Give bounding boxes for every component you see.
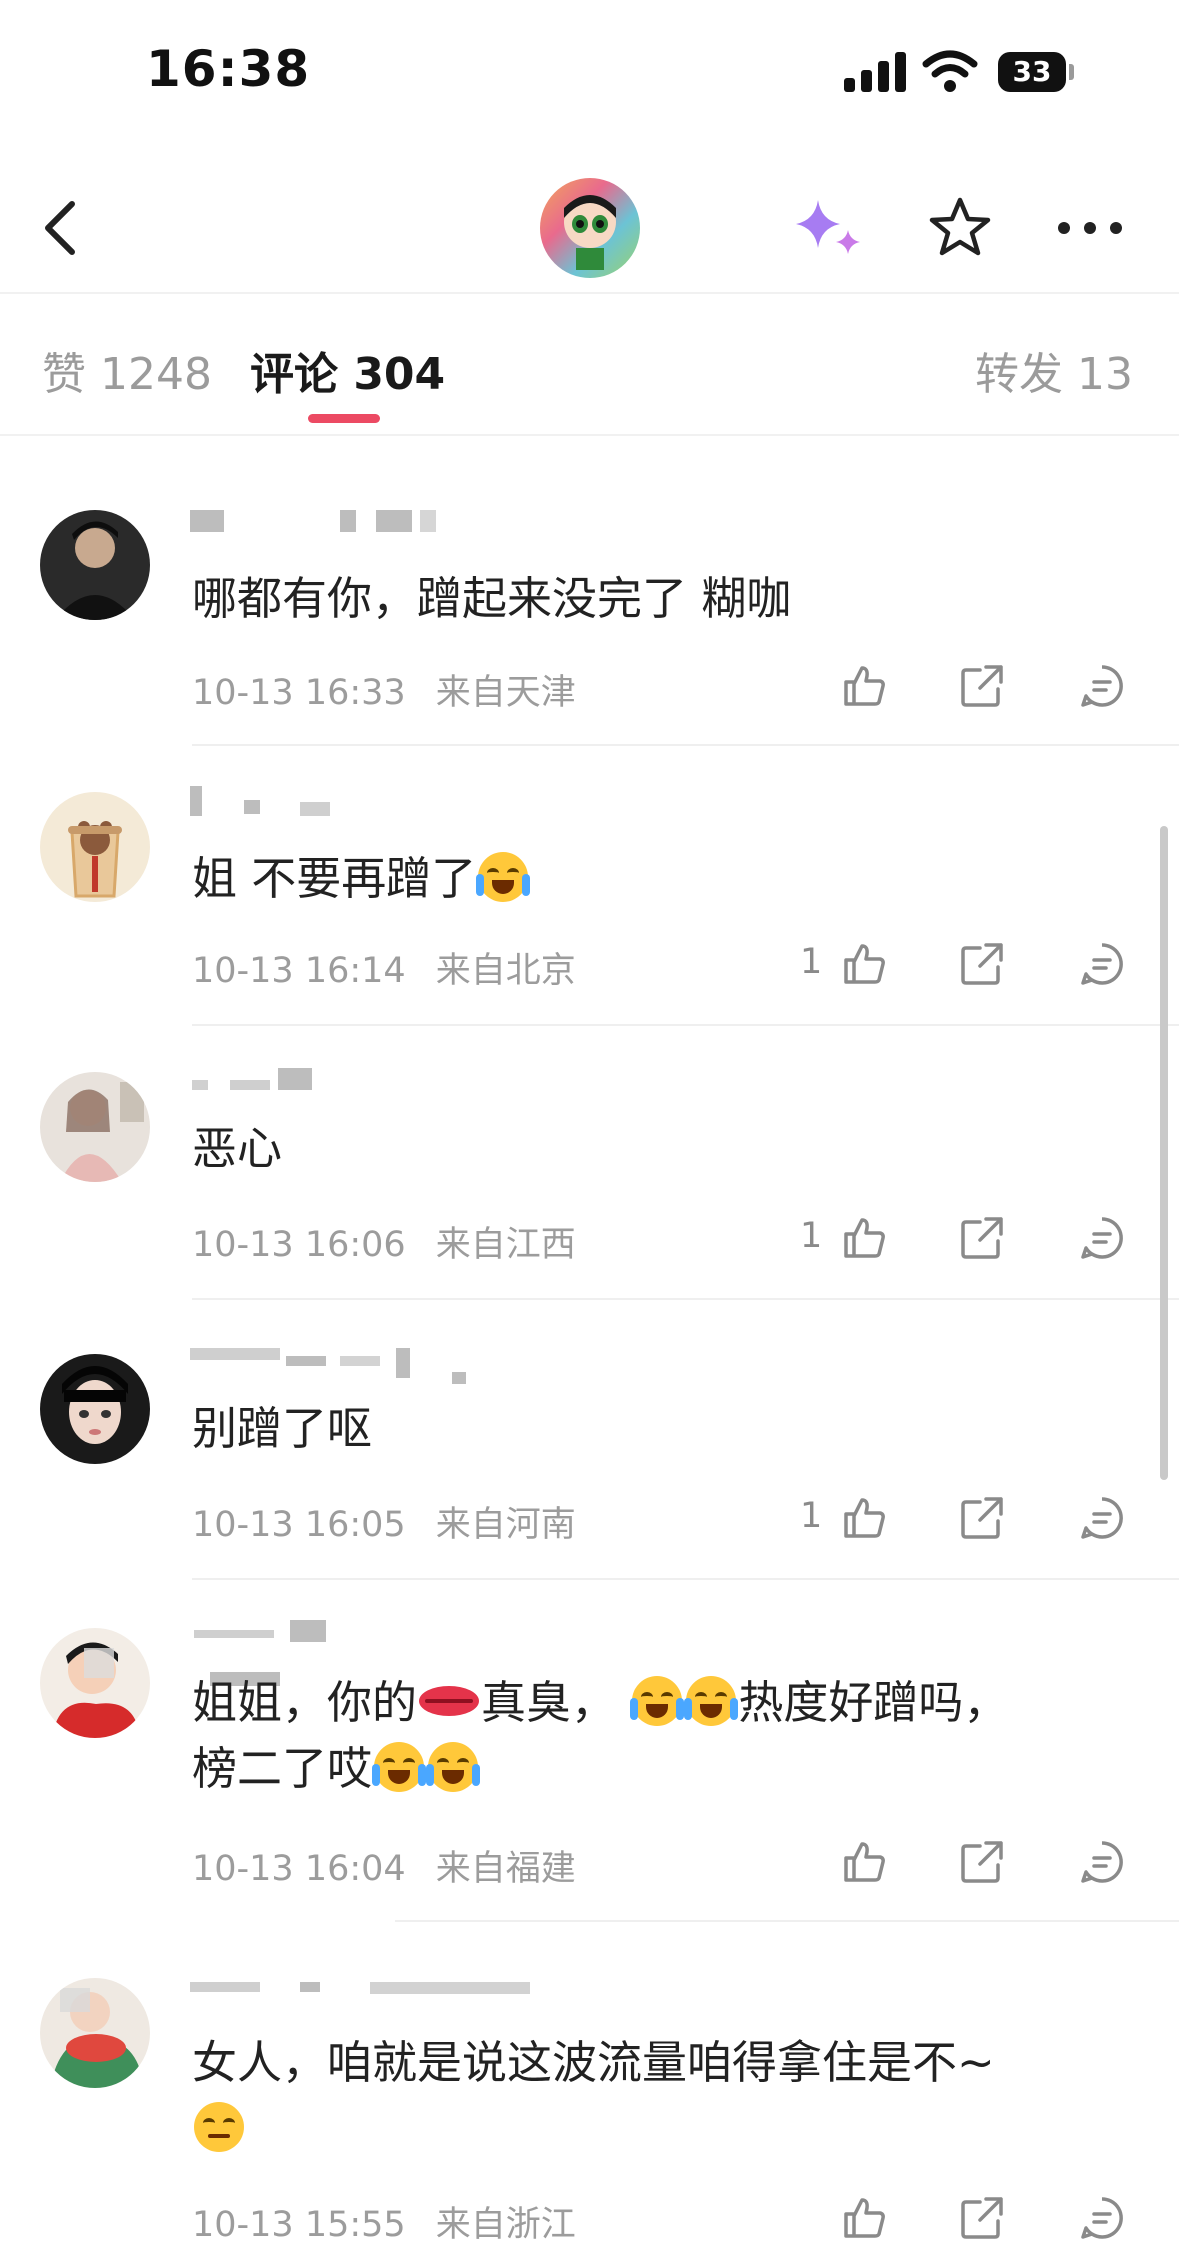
comment-text-part: 姐姐，你的 xyxy=(192,1676,418,1729)
thumbs-up-icon[interactable] xyxy=(840,662,888,710)
username-blurred[interactable] xyxy=(190,1620,490,1686)
avatar[interactable] xyxy=(40,1072,150,1182)
crying-emoji-icon xyxy=(684,1676,739,1726)
divider xyxy=(192,1298,1179,1300)
comment-text-part: 真臭， xyxy=(481,1676,617,1729)
share-icon[interactable] xyxy=(958,1214,1006,1262)
status-time: 16:38 xyxy=(146,40,311,98)
comment-text: 别蹭了呕 xyxy=(192,1402,373,1455)
profile-avatar[interactable] xyxy=(540,178,640,278)
crying-emoji-icon xyxy=(426,1742,481,1792)
signal-strength-icon xyxy=(844,52,906,92)
like-count: 1 xyxy=(800,1216,823,1256)
comment-text-part: 榜二了哎 xyxy=(192,1742,373,1795)
reply-icon[interactable] xyxy=(1078,940,1126,988)
tab-likes[interactable]: 赞 1248 xyxy=(42,338,212,402)
comment-location: 来自天津 xyxy=(435,673,576,713)
comment-time: 10-13 16:05 xyxy=(192,1505,406,1545)
comment-text-content: 女人，咱就是说这波流量咱得拿住是不~ xyxy=(192,2036,995,2089)
comment-text-content: 姐 不要再蹭了 xyxy=(192,852,477,905)
more-icon[interactable] xyxy=(1058,220,1122,236)
avatar[interactable] xyxy=(40,1354,150,1464)
comment-text: 姐姐，你的 真臭， 热度好蹭吗， 榜二了哎 xyxy=(192,1670,1099,1802)
comment-time: 10-13 16:33 xyxy=(192,673,406,713)
scrollbar[interactable] xyxy=(1160,826,1168,1480)
lips-emoji-icon xyxy=(419,1686,480,1716)
battery-indicator: 33 xyxy=(998,52,1066,92)
avatar[interactable] xyxy=(40,510,150,620)
divider xyxy=(192,1024,1179,1026)
back-arrow-icon[interactable] xyxy=(36,198,86,258)
divider xyxy=(192,744,1179,746)
share-icon[interactable] xyxy=(958,662,1006,710)
comment-time: 10-13 16:14 xyxy=(192,951,406,991)
like-count: 1 xyxy=(800,1496,823,1536)
divider xyxy=(0,292,1179,294)
comment-location: 来自北京 xyxy=(435,951,576,991)
comment-text-part: 热度好蹭吗， xyxy=(738,1676,1009,1729)
tab-comments[interactable]: 评论 304 xyxy=(250,338,445,402)
avatar[interactable] xyxy=(40,792,150,902)
comment-time: 10-13 16:06 xyxy=(192,1225,406,1265)
username-blurred[interactable] xyxy=(190,786,490,820)
username-blurred[interactable] xyxy=(190,1348,490,1384)
share-icon[interactable] xyxy=(958,1838,1006,1886)
comment-location: 来自福建 xyxy=(435,1849,576,1889)
divider xyxy=(192,1578,1179,1580)
share-icon[interactable] xyxy=(958,940,1006,988)
comment-meta: 10-13 15:55 来自浙江 xyxy=(192,2196,576,2247)
thumbs-up-icon[interactable] xyxy=(840,1214,888,1262)
star-icon[interactable] xyxy=(928,196,992,258)
reply-icon[interactable] xyxy=(1078,1838,1126,1886)
sparkle-icon[interactable] xyxy=(790,196,866,262)
like-count: 1 xyxy=(800,942,823,982)
active-tab-indicator xyxy=(308,414,380,423)
username-blurred[interactable] xyxy=(190,506,490,540)
tab-reposts[interactable]: 转发 13 xyxy=(975,338,1133,402)
avatar[interactable] xyxy=(40,1978,150,2088)
thinking-emoji-icon xyxy=(194,2102,244,2152)
comment-meta: 10-13 16:05 来自河南 xyxy=(192,1496,576,1547)
comment-time: 10-13 16:04 xyxy=(192,1849,406,1889)
share-icon[interactable] xyxy=(958,1494,1006,1542)
battery-tip xyxy=(1069,64,1074,80)
comment-meta: 10-13 16:04 来自福建 xyxy=(192,1840,576,1891)
thumbs-up-icon[interactable] xyxy=(840,1494,888,1542)
crying-emoji-icon xyxy=(372,1742,427,1792)
comment-meta: 10-13 16:06 来自江西 xyxy=(192,1216,576,1267)
wifi-icon xyxy=(922,50,978,92)
comment-location: 来自浙江 xyxy=(435,2205,576,2245)
avatar[interactable] xyxy=(40,1628,150,1738)
reply-icon[interactable] xyxy=(1078,2194,1126,2242)
divider xyxy=(395,1920,1179,1922)
reply-icon[interactable] xyxy=(1078,662,1126,710)
laughing-crying-emoji-icon xyxy=(476,852,531,902)
thumbs-up-icon[interactable] xyxy=(840,940,888,988)
comment-text: 恶心 xyxy=(192,1122,283,1175)
username-blurred[interactable] xyxy=(190,1972,530,2006)
divider xyxy=(0,434,1179,436)
comment-text: 女人，咱就是说这波流量咱得拿住是不~ xyxy=(192,2030,1099,2162)
crying-emoji-icon xyxy=(630,1676,685,1726)
comment-text: 姐 不要再蹭了 xyxy=(192,846,1099,912)
reply-icon[interactable] xyxy=(1078,1214,1126,1262)
comment-meta: 10-13 16:14 来自北京 xyxy=(192,942,576,993)
comment-location: 来自江西 xyxy=(435,1225,576,1265)
share-icon[interactable] xyxy=(958,2194,1006,2242)
comment-text: 哪都有你，蹭起来没完了 糊咖 xyxy=(192,572,792,625)
reply-icon[interactable] xyxy=(1078,1494,1126,1542)
thumbs-up-icon[interactable] xyxy=(840,2194,888,2242)
username-blurred[interactable] xyxy=(190,1068,490,1102)
comment-time: 10-13 15:55 xyxy=(192,2205,406,2245)
comment-location: 来自河南 xyxy=(435,1505,576,1545)
comment-meta: 10-13 16:33 来自天津 xyxy=(192,664,576,715)
thumbs-up-icon[interactable] xyxy=(840,1838,888,1886)
